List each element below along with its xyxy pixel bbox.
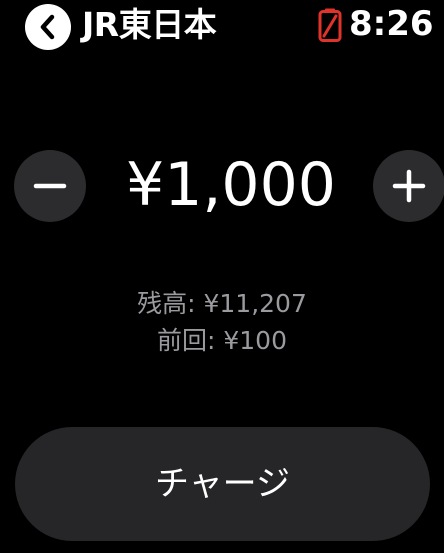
charge-label-wrap: チャージ <box>101 427 388 541</box>
battery-low-icon <box>318 8 342 42</box>
minus-icon <box>33 183 67 189</box>
back-button[interactable] <box>25 4 71 50</box>
status-bar: JR東日本 8:26 <box>0 0 444 52</box>
charge-amount: ¥1,000 <box>126 150 336 220</box>
app-title: JR東日本 <box>82 5 217 44</box>
plus-icon <box>392 169 426 203</box>
clock: 8:26 <box>349 4 434 44</box>
decrement-button[interactable] <box>14 150 86 222</box>
last-charge-text: 前回: ¥100 <box>157 326 287 355</box>
chevron-left-icon <box>40 14 55 40</box>
charge-button[interactable]: チャージ <box>15 427 430 541</box>
balance-text: 残高: ¥11,207 <box>137 289 307 318</box>
increment-button[interactable] <box>373 150 444 222</box>
charge-button-label: チャージ <box>155 464 290 504</box>
